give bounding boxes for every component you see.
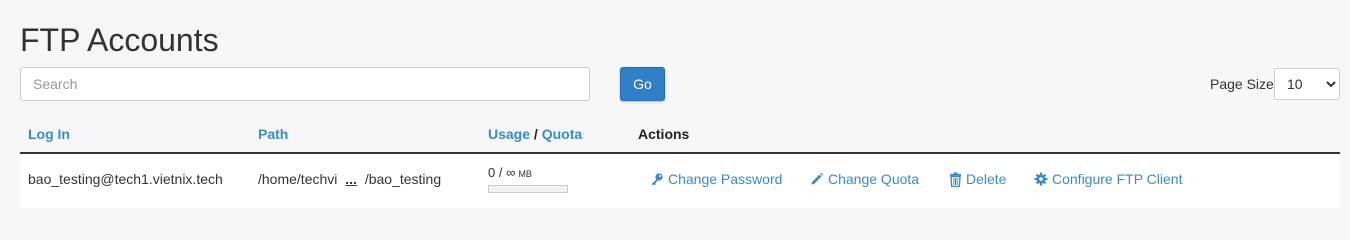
page-size-label: Page Size	[1210, 76, 1274, 92]
column-header-login[interactable]: Log In	[28, 126, 70, 142]
search-input[interactable]	[20, 67, 590, 101]
path-start: /home/techvi	[258, 171, 338, 187]
column-header-separator: /	[533, 126, 538, 142]
key-icon	[650, 172, 664, 186]
column-header-path[interactable]: Path	[258, 126, 288, 142]
column-header-usage-quota: Usage / Quota	[488, 126, 582, 142]
gear-icon	[1034, 172, 1048, 186]
column-header-usage[interactable]: Usage	[488, 126, 530, 142]
account-login: bao_testing@tech1.vietnix.tech	[28, 171, 223, 187]
column-header-actions: Actions	[638, 126, 690, 142]
go-button[interactable]: Go	[620, 67, 665, 101]
change-password-link[interactable]: Change Password	[650, 171, 782, 187]
pencil-icon	[810, 172, 824, 186]
column-header-quota[interactable]: Quota	[542, 126, 582, 142]
change-quota-label: Change Quota	[828, 171, 920, 187]
usage-value: 0 / ∞	[488, 165, 516, 180]
usage-text: 0 / ∞ MB	[488, 165, 568, 180]
delete-label: Delete	[966, 171, 1007, 187]
usage-cell: 0 / ∞ MB	[488, 165, 568, 193]
usage-bar	[488, 185, 568, 193]
path-ellipsis[interactable]: ...	[345, 171, 357, 187]
change-quota-link[interactable]: Change Quota	[810, 171, 919, 187]
usage-unit: MB	[518, 169, 532, 179]
account-path: /home/techvi ... /bao_testing	[258, 171, 441, 187]
configure-ftp-client-link[interactable]: Configure FTP Client	[1034, 171, 1182, 187]
change-password-label: Change Password	[668, 171, 783, 187]
path-end: /bao_testing	[364, 171, 442, 187]
delete-link[interactable]: Delete	[949, 171, 1006, 187]
page-title: FTP Accounts	[20, 22, 219, 58]
configure-ftp-client-label: Configure FTP Client	[1052, 171, 1183, 187]
page-size-select[interactable]: 10	[1274, 68, 1340, 100]
trash-icon	[949, 172, 962, 187]
table-row: bao_testing@tech1.vietnix.tech /home/tec…	[20, 154, 1340, 208]
